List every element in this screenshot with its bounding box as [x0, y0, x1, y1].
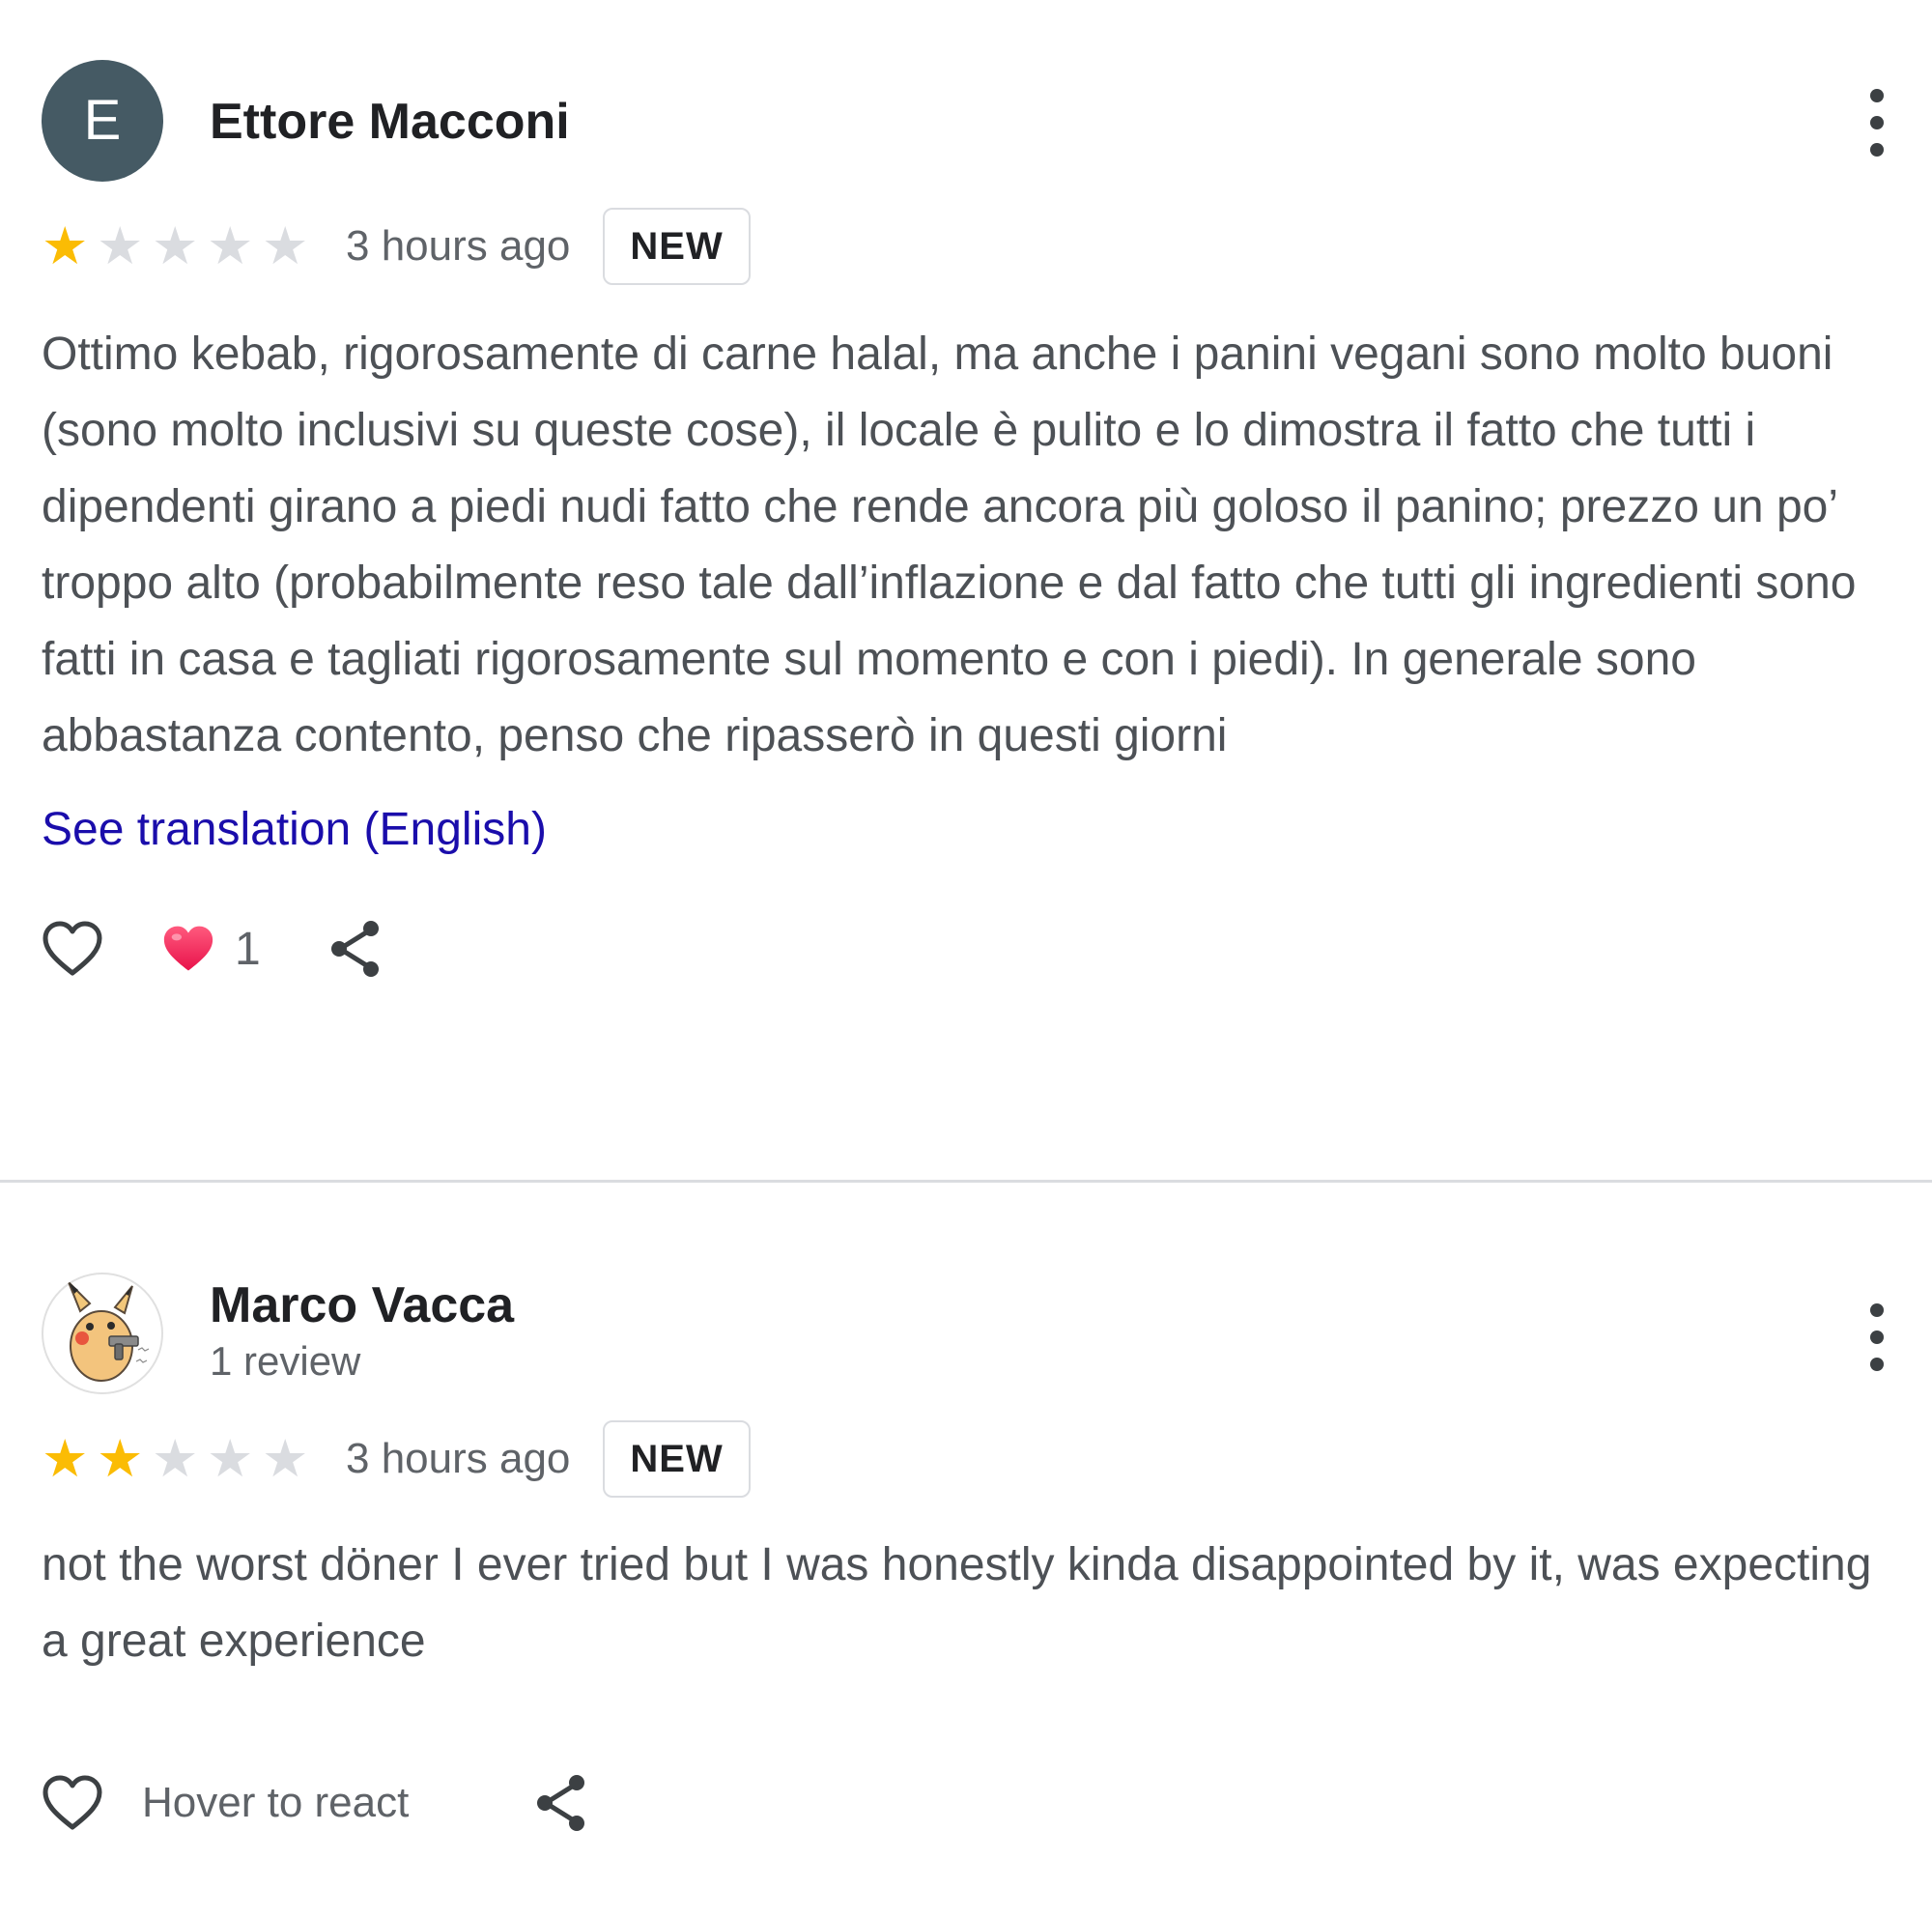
more-vert-icon: [1870, 1303, 1884, 1317]
share-button[interactable]: [327, 918, 384, 980]
review-header: E Ettore Macconi: [42, 60, 1906, 183]
new-badge: NEW: [603, 208, 751, 285]
more-vert-icon-dot: [1870, 1330, 1884, 1344]
share-icon: [330, 921, 379, 977]
more-vert-icon: [1870, 89, 1884, 102]
star-icon: ★: [42, 1430, 89, 1488]
review-text: not the worst döner I ever tried but I w…: [42, 1539, 1872, 1667]
star-icon: ★: [262, 217, 309, 275]
hover-to-react-label: Hover to react: [142, 1779, 410, 1826]
review-header: Marco Vacca 1 review: [42, 1273, 1906, 1395]
share-icon: [537, 1775, 585, 1831]
review-actions: 1: [42, 901, 1906, 997]
more-options-button[interactable]: [1848, 89, 1906, 157]
review-meta: ★ ★ ★ ★ ★ 3 hours ago NEW: [42, 206, 1906, 287]
reaction-count[interactable]: 1: [161, 923, 261, 976]
share-button[interactable]: [532, 1772, 590, 1834]
more-options-button[interactable]: [1848, 1303, 1906, 1371]
review-actions: Hover to react: [42, 1755, 1906, 1851]
review-card: E Ettore Macconi ★ ★ ★ ★ ★ 3 hours ago N…: [42, 60, 1906, 997]
review-text: Ottimo kebab, rigorosamente di carne hal…: [42, 329, 1857, 761]
author-name[interactable]: Marco Vacca: [210, 1276, 514, 1334]
star-icon: ★: [42, 217, 89, 275]
heart-outline-icon: [43, 921, 102, 976]
new-badge: NEW: [603, 1420, 751, 1498]
avatar[interactable]: [42, 1273, 163, 1394]
review-card: Marco Vacca 1 review ★ ★ ★ ★ ★ 3 hours a…: [42, 1273, 1906, 1851]
more-vert-icon-dot: [1870, 143, 1884, 157]
more-vert-icon-dot: [1870, 116, 1884, 129]
author-name[interactable]: Ettore Macconi: [210, 93, 570, 151]
star-rating: ★ ★ ★ ★ ★: [42, 1433, 317, 1485]
see-translation-link[interactable]: See translation (English): [42, 803, 547, 856]
heart-outline-icon: [43, 1775, 102, 1830]
avatar[interactable]: E: [42, 60, 163, 182]
like-button[interactable]: [42, 1774, 103, 1832]
reaction-count-number: 1: [235, 923, 261, 975]
more-vert-icon-dot: [1870, 1358, 1884, 1371]
star-icon: ★: [207, 1430, 254, 1488]
star-icon: ★: [97, 1430, 144, 1488]
pikachu-avatar-image: [42, 1273, 163, 1394]
star-icon: ★: [97, 217, 144, 275]
star-icon: ★: [207, 217, 254, 275]
review-time: 3 hours ago: [346, 1435, 571, 1482]
review-meta: ★ ★ ★ ★ ★ 3 hours ago NEW: [42, 1418, 1906, 1500]
star-icon: ★: [152, 217, 199, 275]
star-rating: ★ ★ ★ ★ ★: [42, 220, 317, 272]
author-review-count: 1 review: [210, 1338, 361, 1384]
like-button[interactable]: [42, 920, 103, 978]
star-icon: ★: [262, 1430, 309, 1488]
star-icon: ★: [152, 1430, 199, 1488]
review-divider: [0, 1180, 1932, 1183]
review-time: 3 hours ago: [346, 222, 571, 270]
heart-filled-icon: [163, 926, 213, 971]
